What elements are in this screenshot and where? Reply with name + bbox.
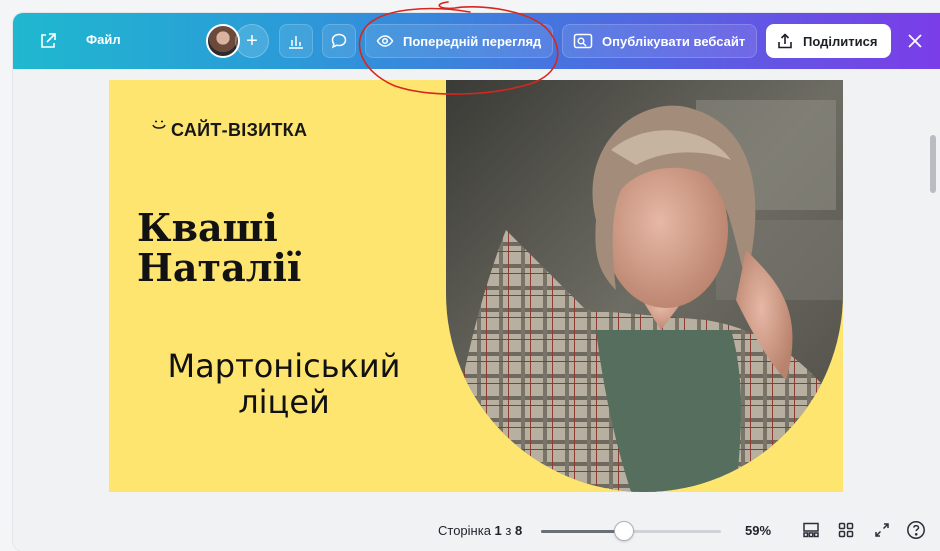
school-name: Мартоніський ліцей xyxy=(149,348,419,420)
editor-window: Файл + Попередній перегляд Опублікувати … xyxy=(13,13,940,551)
plus-icon[interactable]: + xyxy=(235,24,269,58)
page-total: 8 xyxy=(514,523,523,538)
fullscreen-icon[interactable] xyxy=(871,519,893,541)
publish-website-button[interactable]: Опублікувати вебсайт xyxy=(562,24,757,58)
help-icon[interactable] xyxy=(905,519,927,541)
title-name-line2: Наталії xyxy=(137,245,302,290)
zoom-slider-handle[interactable] xyxy=(613,521,634,541)
publish-label: Опублікувати вебсайт xyxy=(602,33,746,49)
page-indicator[interactable]: Сторінка 1 з 8 xyxy=(438,523,522,538)
school-line2: ліцей xyxy=(238,383,330,421)
slide-page[interactable]: САЙТ-ВІЗИТКА Кваші Наталії Мартоніський … xyxy=(109,80,843,492)
page-current: 1 xyxy=(494,523,502,538)
page-prefix: Сторінка xyxy=(438,523,495,538)
publish-icon xyxy=(573,32,593,50)
eye-icon xyxy=(376,32,394,50)
share-button[interactable]: Поділитися xyxy=(766,24,891,58)
external-link-icon[interactable] xyxy=(31,24,65,58)
title-name-line1: Кваші xyxy=(137,205,278,250)
zoom-slider-fill xyxy=(541,530,624,533)
chart-icon[interactable] xyxy=(279,24,313,58)
close-icon[interactable] xyxy=(899,24,931,58)
share-icon xyxy=(776,32,794,50)
bottom-toolbar: Сторінка 1 з 8 59% xyxy=(13,511,940,551)
vertical-scrollbar[interactable] xyxy=(930,135,936,193)
logo-text: САЙТ-ВІЗИТКА xyxy=(171,120,308,140)
title-name: Кваші Наталії xyxy=(137,208,387,288)
preview-label: Попередній перегляд xyxy=(403,33,542,49)
comment-icon[interactable] xyxy=(322,24,356,58)
portrait-photo xyxy=(446,80,843,492)
pages-view-icon[interactable] xyxy=(800,519,822,541)
file-menu[interactable]: Файл xyxy=(86,32,121,47)
preview-button[interactable]: Попередній перегляд xyxy=(365,24,553,58)
design-canvas[interactable]: САЙТ-ВІЗИТКА Кваші Наталії Мартоніський … xyxy=(13,69,940,551)
smile-logo-icon xyxy=(152,120,166,129)
grid-view-icon[interactable] xyxy=(835,519,857,541)
school-line1: Мартоніський xyxy=(167,347,401,385)
top-toolbar: Файл + Попередній перегляд Опублікувати … xyxy=(13,13,940,69)
share-label: Поділитися xyxy=(803,33,878,49)
page-separator: з xyxy=(501,523,515,538)
zoom-level[interactable]: 59% xyxy=(745,523,771,538)
